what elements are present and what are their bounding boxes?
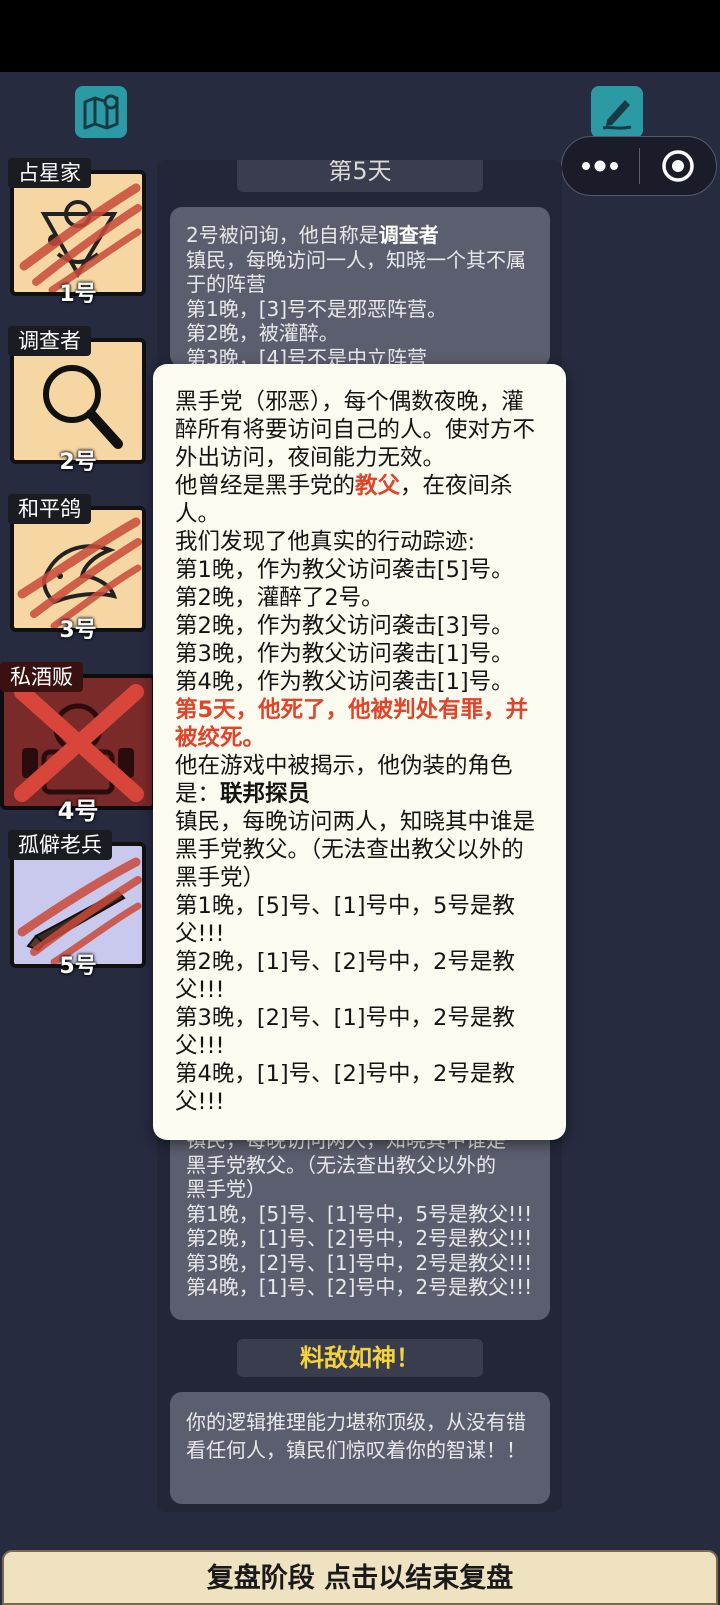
more-button[interactable]	[562, 137, 639, 195]
log-entry-bottom: 镇民，每晚访问两人，知晓其中谁是 黑手党教父。（无法查出教父以外的 黑手党） 第…	[170, 1120, 550, 1320]
log-entry-night-4: 第4晚，[1]号、[2]号中，2号是教父!!!	[186, 1275, 533, 1299]
popup-disguise: 他在游戏中被揭示，他伪装的角色是：联邦探员	[175, 752, 544, 808]
former-role: 教父	[355, 473, 401, 499]
claw-marks	[17, 857, 142, 964]
player-number: 3号	[59, 618, 97, 643]
map-pin-icon	[83, 94, 119, 130]
more-dots-icon	[582, 160, 619, 172]
player-card-4[interactable]: 私酒贩 4号	[0, 662, 156, 825]
verdict-text: 你的逻辑推理能力堪称顶级，从没有错看任何人，镇民们惊叹着你的智谋！！	[170, 1392, 550, 1504]
status-bar	[0, 0, 720, 72]
player-card-2[interactable]: 调查者 2号	[8, 326, 146, 475]
log-entry-title: 2号被问询，他自称是调查者	[186, 223, 534, 248]
player-card-1[interactable]: 占星家 1号	[8, 158, 146, 307]
popup-track-5: 第4晚，作为教父访问袭击[1]号。	[175, 669, 514, 695]
map-button[interactable]	[75, 86, 127, 138]
player-card-5[interactable]: 孤僻老兵 5号	[8, 830, 146, 979]
pen-edit-icon	[602, 100, 632, 130]
player-portrait	[0, 674, 156, 810]
miniprogram-capsule	[561, 136, 717, 196]
log-entry-desc-1: 黑手党教父。（无法查出教父以外的	[186, 1152, 496, 1177]
executed-cross-icon	[14, 684, 144, 802]
player-number: 2号	[59, 450, 97, 475]
popup-intro: 黑手党（邪恶），每个偶数夜晚，灌醉所有将要访问自己的人。使对方不外出访问，夜间能…	[175, 389, 536, 471]
popup-track-2: 第2晚，灌醉了2号。	[175, 585, 384, 611]
player-card-3[interactable]: 和平鸽 3号	[8, 494, 146, 643]
log-entry-night-1: 第1晚，[5]号、[1]号中，5号是教父!!!	[186, 1201, 533, 1226]
player-role-name: 孤僻老兵	[8, 830, 112, 860]
popup-track-title: 我们发现了他真实的行动踪迹:	[175, 529, 476, 555]
log-title-role: 调查者	[378, 223, 439, 247]
disguise-role: 联邦探员	[220, 781, 311, 807]
notes-button[interactable]	[591, 86, 643, 138]
popup-check-3: 第3晚，[2]号、[1]号中，2号是教父!!!	[175, 1005, 515, 1059]
role-reveal-popup[interactable]: 黑手党（邪恶），每个偶数夜晚，灌醉所有将要访问自己的人。使对方不外出访问，夜间能…	[153, 364, 566, 1140]
popup-track-3: 第2晚，作为教父访问袭击[3]号。	[175, 613, 514, 639]
popup-track-4: 第3晚，作为教父访问袭击[1]号。	[175, 641, 514, 667]
log-entry-night-2: 第2晚，被灌醉。	[186, 321, 339, 345]
player-number: 4号	[57, 797, 99, 825]
popup-former-role: 他曾经是黑手党的教父，在夜间杀人。	[175, 472, 544, 528]
end-review-button[interactable]: 复盘阶段 点击以结束复盘	[2, 1550, 718, 1605]
close-miniprogram-button[interactable]	[640, 137, 717, 195]
popup-check-2: 第2晚，[1]号、[2]号中，2号是教父!!!	[175, 949, 515, 1003]
player-number: 1号	[59, 282, 97, 307]
day-header: 第5天	[237, 160, 483, 192]
popup-check-1: 第1晚，[5]号、[1]号中，5号是教父!!!	[175, 893, 515, 947]
player-role-name: 调查者	[8, 326, 91, 356]
log-entry-night-3: 第3晚，[2]号、[1]号中，2号是教父!!!	[186, 1250, 533, 1275]
log-title-prefix: 2号被问询，他自称是	[186, 223, 379, 247]
popup-disguise-desc: 镇民，每晚访问两人，知晓其中谁是黑手党教父。（无法查出教父以外的黑手党）	[175, 809, 536, 891]
verdict-title: 料敌如神！	[237, 1339, 483, 1377]
log-entry-top: 2号被问询，他自称是调查者 镇民，每晚访问一人，知晓一个其不属于的阵营 第1晚，…	[170, 207, 550, 367]
player-role-name: 占星家	[8, 158, 91, 188]
target-circle-icon	[662, 150, 694, 182]
popup-check-4: 第4晚，[1]号、[2]号中，2号是教父!!!	[175, 1061, 515, 1115]
log-entry-desc: 镇民，每晚访问一人，知晓一个其不属于的阵营	[186, 247, 526, 297]
popup-track-1: 第1晚，作为教父访问袭击[5]号。	[175, 557, 514, 583]
log-entry-desc-2: 黑手党）	[186, 1177, 266, 1201]
claw-marks	[17, 517, 142, 628]
player-role-name: 和平鸽	[8, 494, 91, 524]
claw-marks	[19, 183, 142, 292]
log-entry-night-1: 第1晚，[3]号不是邪恶阵营。	[186, 296, 448, 321]
log-entry-night-2: 第2晚，[1]号、[2]号中，2号是教父!!!	[186, 1226, 533, 1250]
day-header-text: 第5天	[328, 160, 392, 185]
player-number: 5号	[59, 954, 97, 979]
magnifier-icon	[43, 365, 123, 449]
popup-death: 第5天，他死了，他被判处有罪，并被绞死。	[175, 697, 529, 751]
player-role-name: 私酒贩	[0, 662, 83, 692]
former-prefix: 他曾经是黑手党的	[175, 473, 356, 499]
